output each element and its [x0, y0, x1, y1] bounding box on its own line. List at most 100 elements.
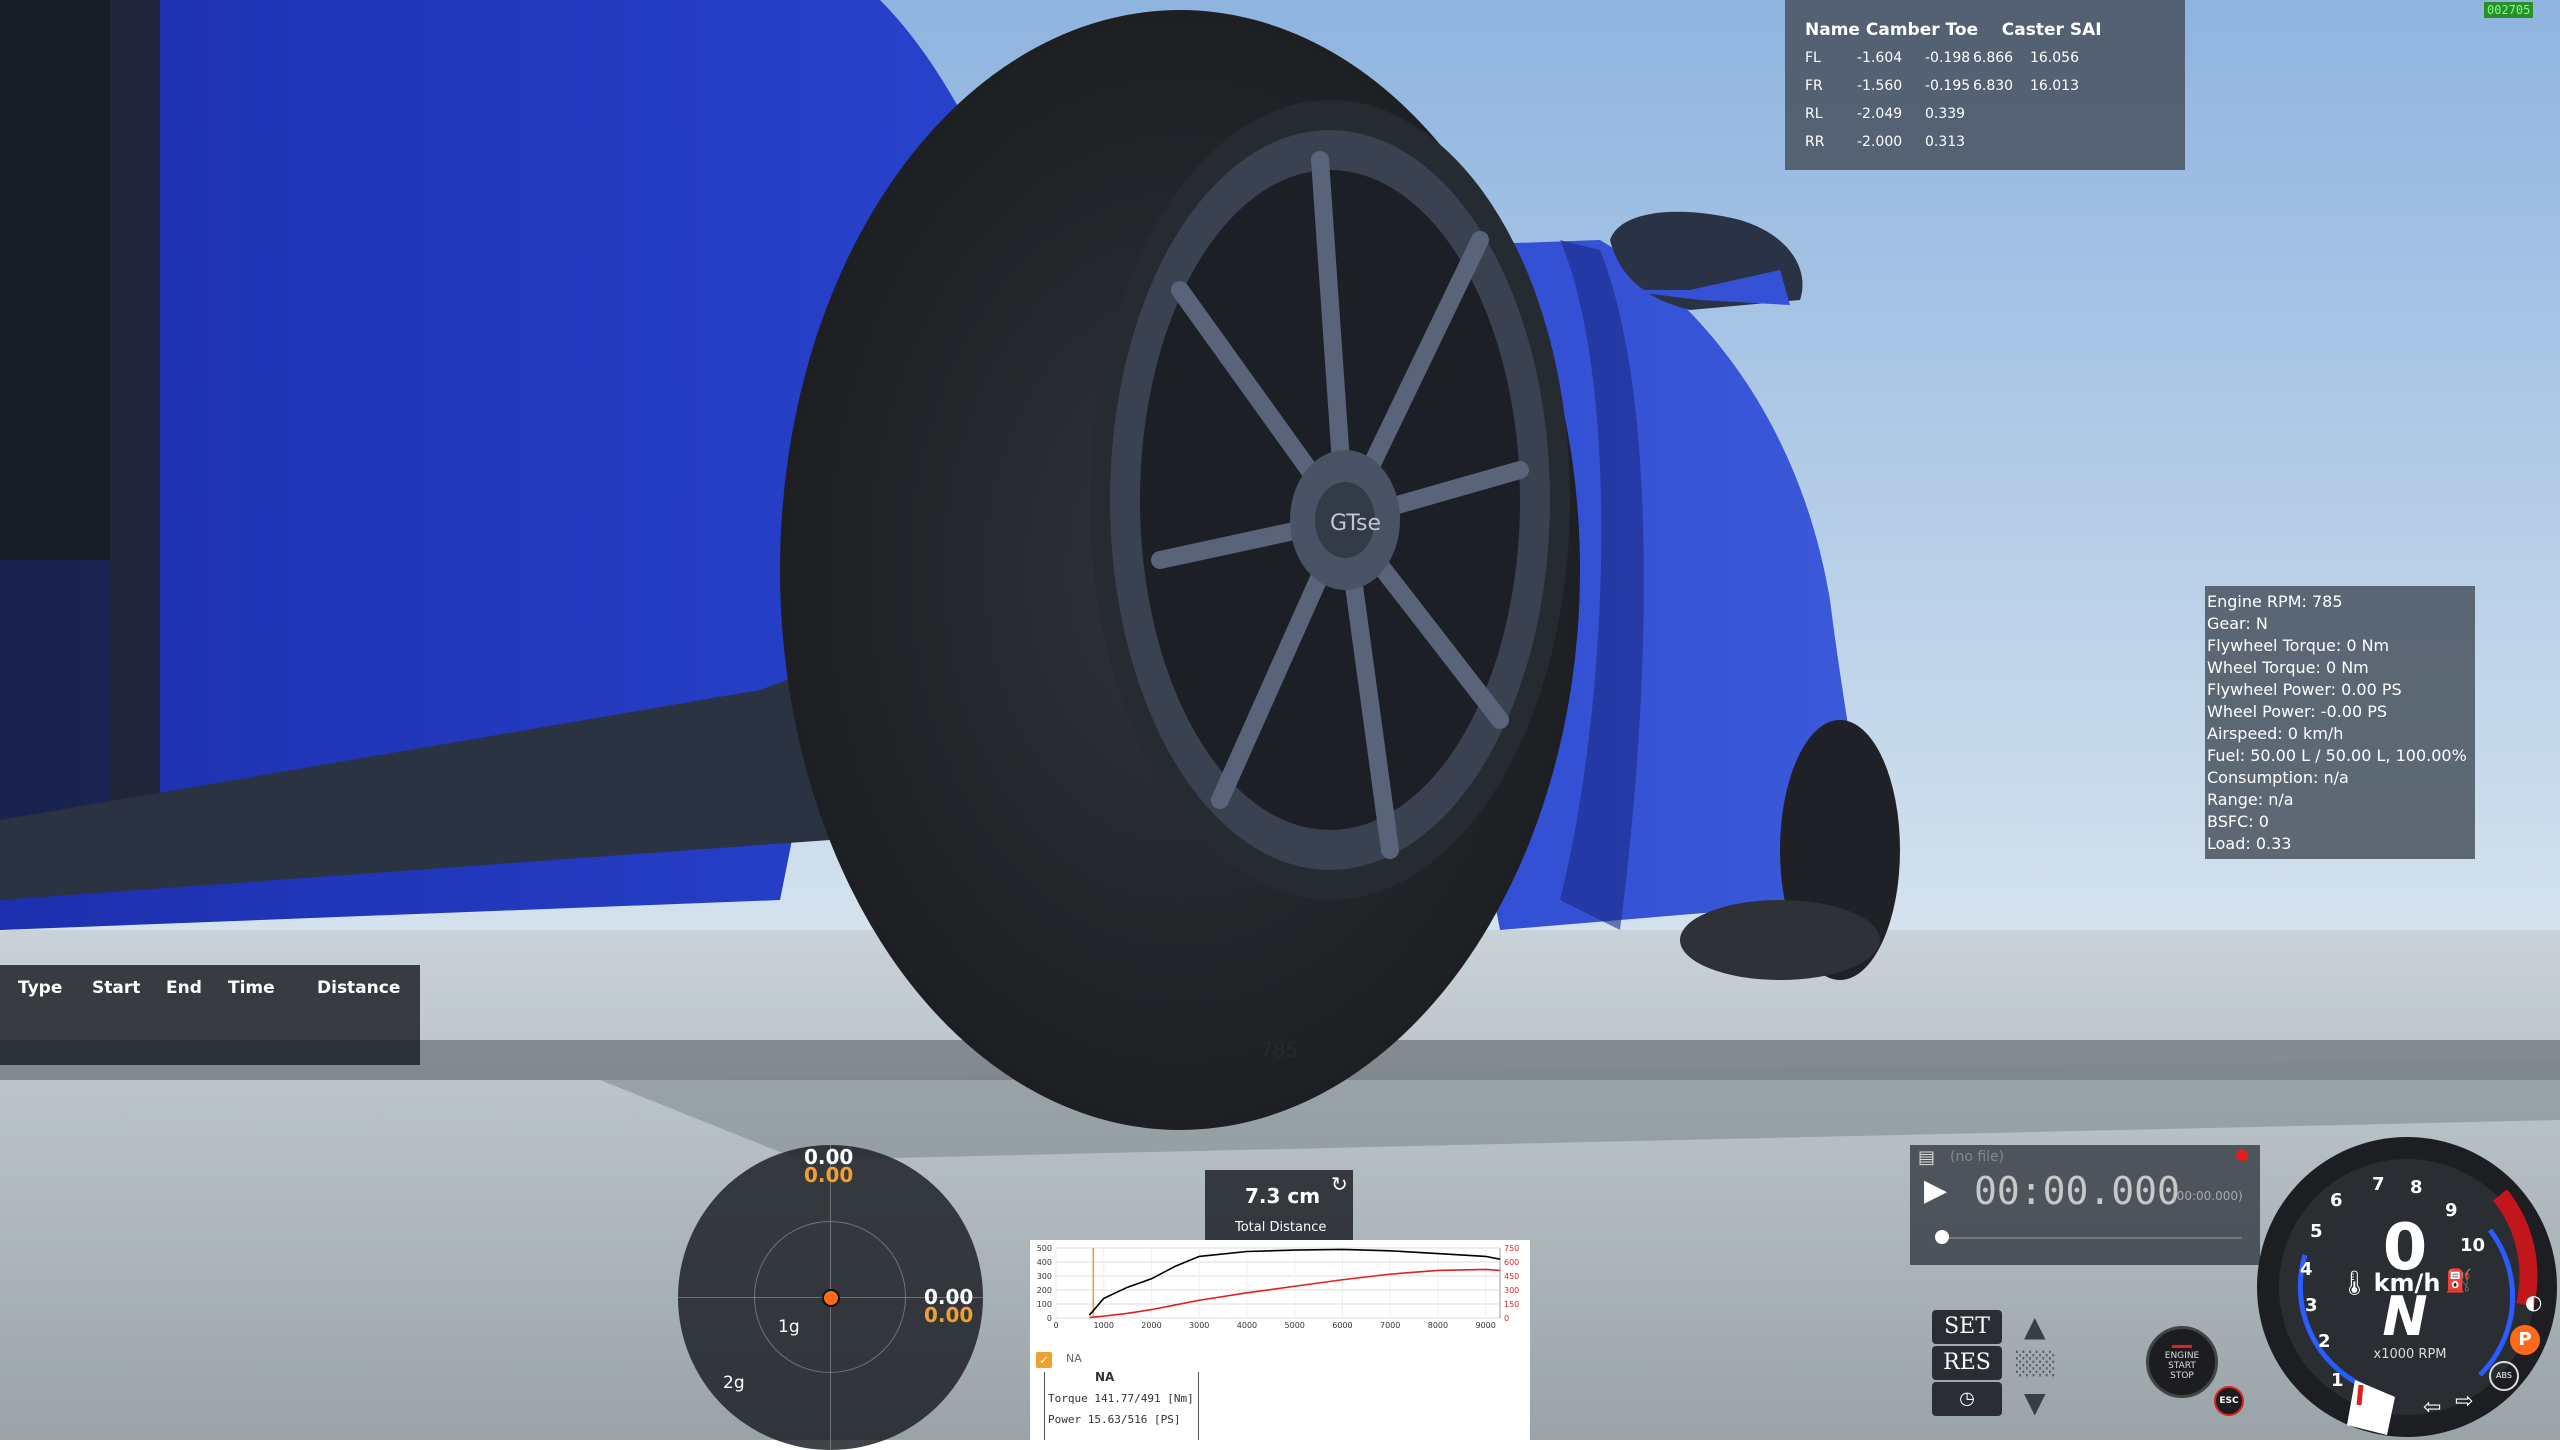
consumption: Consumption: n/a: [2207, 768, 2349, 787]
right-tick-label: 450: [1504, 1272, 1519, 1281]
replay-panel: ▤ (no file) ▶ 00:00.000 (00:00.000): [1910, 1145, 2260, 1265]
replay-timeline[interactable]: [1942, 1237, 2242, 1239]
gauge-cluster: 0 km/h N x1000 RPM 1 2 3 4 5 6 7 8 9 10 …: [2255, 1135, 2560, 1440]
replay-subtime: (00:00.000): [2172, 1189, 2243, 1203]
col-distance: Distance: [317, 978, 401, 998]
engine-start-stop-button[interactable]: ENGINE START STOP: [2146, 1326, 2218, 1398]
abs-indicator: ABS: [2489, 1361, 2519, 1391]
x-tick-label: 8000: [1428, 1321, 1448, 1330]
power-label: Power: [1048, 1413, 1082, 1426]
legend-divider-left: [1044, 1372, 1045, 1440]
x-tick-label: 7000: [1380, 1321, 1400, 1330]
drag-timer-table: Type Start End Time Distance: [0, 965, 420, 1065]
cruise-speedlimit-icon[interactable]: ◷: [1932, 1382, 2002, 1416]
engine-rpm: Engine RPM: 785: [2207, 592, 2343, 611]
rpm-label: x1000 RPM: [2373, 1347, 2447, 1362]
tick-5: 5: [2310, 1221, 2323, 1242]
plot-frame: [1055, 1247, 1501, 1319]
cruise-set-button[interactable]: SET: [1932, 1310, 2002, 1344]
flywheel-torque: Flywheel Torque: 0 Nm: [2207, 636, 2390, 655]
header-toe: Toe: [1945, 20, 1979, 40]
power-value: 15.63/516 [PS]: [1087, 1413, 1181, 1426]
engine-button-line3: STOP: [2170, 1371, 2194, 1381]
wheel-torque: Wheel Torque: 0 Nm: [2207, 658, 2369, 677]
fuel: Fuel: 50.00 L / 50.00 L, 100.00%: [2207, 746, 2467, 765]
curve-checkbox[interactable]: ✓: [1036, 1352, 1052, 1368]
folder-icon[interactable]: ▤: [1918, 1147, 1935, 1168]
reset-distance-icon[interactable]: ↻: [1331, 1172, 1348, 1196]
left-tick-label: 400: [1037, 1258, 1052, 1267]
cruise-control: SET RES ◷ ▲ ░░░ ▼: [1932, 1310, 2072, 1420]
load: Load: 0.33: [2207, 834, 2292, 853]
distance-label: Total Distance: [1235, 1220, 1327, 1235]
left-tick-label: 200: [1037, 1286, 1052, 1295]
range: Range: n/a: [2207, 790, 2294, 809]
play-icon[interactable]: ▶: [1924, 1173, 1947, 1208]
g-dot: [822, 1289, 840, 1307]
tick-8: 8: [2410, 1177, 2423, 1198]
power-readout: Power 15.63/516 [PS]: [1048, 1413, 1180, 1426]
replay-file: (no file): [1950, 1149, 2005, 1165]
road-decal-text: 785: [1260, 1038, 1299, 1062]
col-end: End: [166, 978, 202, 998]
curve-checkbox-label: NA: [1066, 1352, 1082, 1365]
replay-scrubber[interactable]: [1935, 1230, 1949, 1244]
left-tick-label: 300: [1037, 1272, 1052, 1281]
tick-3: 3: [2305, 1295, 2318, 1316]
torque-readout: Torque 141.77/491 [Nm]: [1048, 1392, 1194, 1405]
x-tick-label: 4000: [1237, 1321, 1257, 1330]
right-tick-label: 750: [1504, 1244, 1519, 1253]
cruise-up-icon[interactable]: ▲: [2024, 1310, 2046, 1343]
g-ring-2-label: 2g: [723, 1373, 745, 1393]
parking-brake-indicator: P: [2510, 1325, 2540, 1355]
torque-value: 141.77/491 [Nm]: [1094, 1392, 1194, 1405]
torque-label: Torque: [1048, 1392, 1088, 1405]
wheel-logo: GTse: [1330, 511, 1381, 536]
wheel-power: Wheel Power: -0.00 PS: [2207, 702, 2388, 721]
engine-button-indicator: [2172, 1345, 2192, 1348]
g-right-value-peak: 0.00: [924, 1303, 974, 1327]
g-force-meter: 1g 2g 0.00 0.00 0.00 0.00: [678, 1145, 983, 1450]
x-tick-label: 5000: [1285, 1321, 1305, 1330]
total-distance-widget: 7.3 cm Total Distance ↻: [1205, 1170, 1353, 1240]
engine-button-line1: ENGINE: [2164, 1351, 2200, 1361]
engine-info-panel: Engine RPM: 785 Gear: N Flywheel Torque:…: [2205, 586, 2475, 859]
tick-6: 6: [2330, 1190, 2343, 1211]
esc-button[interactable]: ESC: [2214, 1386, 2244, 1416]
legend-divider-right: [1198, 1372, 1199, 1440]
cruise-down-icon[interactable]: ▼: [2024, 1386, 2046, 1419]
col-start: Start: [92, 978, 141, 998]
x-tick-label: 6000: [1332, 1321, 1352, 1330]
x-tick-label: 3000: [1189, 1321, 1209, 1330]
right-tick-label: 0: [1504, 1314, 1509, 1323]
graph-plot: 500400300200100075060045030015000 1000 200…: [1037, 1244, 1520, 1330]
distance-value: 7.3 cm: [1245, 1184, 1321, 1208]
left-tick-label: 100: [1037, 1300, 1052, 1309]
left-tick-label: 0: [1047, 1314, 1052, 1323]
bsfc: BSFC: 0: [2207, 812, 2269, 831]
wheel-alignment-panel: Name Camber Toe Caster SAI FL -1.604 -0.…: [1785, 0, 2185, 170]
record-icon[interactable]: [2236, 1149, 2248, 1161]
g-ring-1-label: 1g: [778, 1317, 800, 1337]
coolant-temp-icon: 🌡: [2339, 1269, 2370, 1297]
curve-name: NA: [1095, 1370, 1115, 1384]
engine-gear: Gear: N: [2207, 614, 2268, 633]
torque-power-graph: 500 400 300 200 100 0 750 600 450 300 150 0 0 1000 200…: [1030, 1240, 1530, 1440]
tick-1: 1: [2331, 1370, 2344, 1391]
col-type: Type: [18, 978, 63, 998]
col-time: Time: [228, 978, 275, 998]
tick-4: 4: [2300, 1259, 2313, 1280]
header-caster: Caster: [2001, 20, 2064, 40]
x-tick-label: 9000: [1475, 1321, 1495, 1330]
left-tick-label: 500: [1037, 1244, 1052, 1253]
flywheel-power: Flywheel Power: 0.00 PS: [2207, 680, 2402, 699]
turn-signal-left-icon[interactable]: ⇦: [2423, 1395, 2441, 1420]
turn-signal-right-icon[interactable]: ⇨: [2455, 1389, 2473, 1414]
fps-counter: 002705: [2484, 2, 2534, 18]
airspeed: Airspeed: 0 km/h: [2207, 724, 2344, 743]
cruise-speed-display: ░░░: [2016, 1352, 2056, 1377]
cruise-res-button[interactable]: RES: [1932, 1346, 2002, 1380]
right-tick-label: 150: [1504, 1300, 1519, 1309]
header-name: Name: [1805, 20, 1860, 40]
right-tick-label: 600: [1504, 1258, 1519, 1267]
